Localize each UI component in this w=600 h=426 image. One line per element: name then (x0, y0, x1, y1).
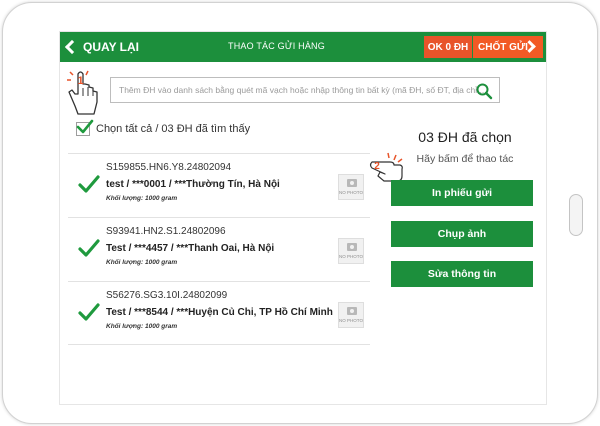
order-weight: Khối lượng: 1000 gram (106, 195, 178, 202)
order-weight: Khối lượng: 1000 gram (106, 323, 178, 330)
search-input[interactable]: Thêm ĐH vào danh sách bằng quét mã vạch … (110, 77, 500, 103)
search-placeholder: Thêm ĐH vào danh sách bằng quét mã vạch … (119, 85, 487, 95)
confirm-send-label: CHỐT GỬI (478, 41, 528, 53)
order-photo-placeholder[interactable]: NO PHOTO (338, 238, 364, 264)
hand-pointer-icon: 1 (67, 70, 98, 115)
order-row[interactable]: S93941.HN2.S1.24802096 Test / ***4457 / … (68, 217, 370, 281)
no-photo-label: NO PHOTO (339, 254, 363, 259)
app-screen: QUAY LẠI THAO TÁC GỬI HÀNG OK 0 ĐH CHỐT … (59, 31, 547, 405)
order-row[interactable]: S159855.HN6.Y8.24802094 test / ***0001 /… (68, 153, 370, 217)
checkmark-icon (78, 303, 100, 321)
tablet-home-button[interactable] (569, 194, 583, 236)
select-all-checkbox[interactable]: Chọn tất cả / 03 ĐH đã tìm thấy (76, 119, 251, 136)
order-row[interactable]: S56276.SG3.10I.24802099 Test / ***8544 /… (68, 281, 370, 345)
no-photo-label: NO PHOTO (339, 318, 363, 323)
order-info: Test / ***8544 / ***Huyện Củ Chi, TP Hồ … (106, 307, 333, 318)
top-bar: QUAY LẠI THAO TÁC GỬI HÀNG OK 0 ĐH CHỐT … (60, 32, 546, 62)
selected-count-title: 03 ĐH đã chọn (418, 129, 512, 145)
step-number-1: 1 (77, 75, 83, 87)
ok-count-badge: OK 0 ĐH (424, 36, 472, 58)
checkmark-icon (76, 119, 94, 134)
order-info: test / ***0001 / ***Thường Tín, Hà Nội (106, 179, 280, 190)
page-title: THAO TÁC GỬI HÀNG (228, 41, 325, 51)
checkmark-icon (78, 239, 100, 257)
order-photo-placeholder[interactable]: NO PHOTO (338, 302, 364, 328)
step-number-2: 2 (374, 161, 380, 172)
checkbox-box (76, 119, 94, 136)
back-label: QUAY LẠI (83, 40, 140, 54)
no-photo-label: NO PHOTO (339, 190, 363, 195)
tablet-frame: QUAY LẠI THAO TÁC GỬI HÀNG OK 0 ĐH CHỐT … (2, 2, 598, 424)
chevron-left-icon (64, 39, 80, 55)
edit-info-button[interactable]: Sửa thông tin (391, 261, 533, 287)
checkmark-icon (78, 175, 100, 193)
order-info: Test / ***4457 / ***Thanh Oai, Hà Nội (106, 243, 275, 254)
order-code: S93941.HN2.S1.24802096 (106, 226, 226, 237)
order-weight: Khối lượng: 1000 gram (106, 259, 178, 266)
print-receipt-button[interactable]: In phiếu gửi (391, 180, 533, 206)
back-button[interactable]: QUAY LẠI (62, 32, 139, 62)
action-hint: Hãy bấm để thao tác (416, 153, 514, 165)
camera-icon (347, 179, 357, 187)
order-photo-placeholder[interactable]: NO PHOTO (338, 174, 364, 200)
camera-icon (347, 243, 357, 251)
magnifier-icon[interactable] (475, 82, 493, 100)
order-code: S159855.HN6.Y8.24802094 (106, 162, 232, 173)
order-code: S56276.SG3.10I.24802099 (106, 290, 228, 301)
take-photo-button[interactable]: Chụp ảnh (391, 221, 533, 247)
select-all-label: Chọn tất cả / 03 ĐH đã tìm thấy (96, 123, 251, 135)
confirm-send-button[interactable]: CHỐT GỬI (473, 36, 543, 58)
camera-icon (347, 307, 357, 315)
